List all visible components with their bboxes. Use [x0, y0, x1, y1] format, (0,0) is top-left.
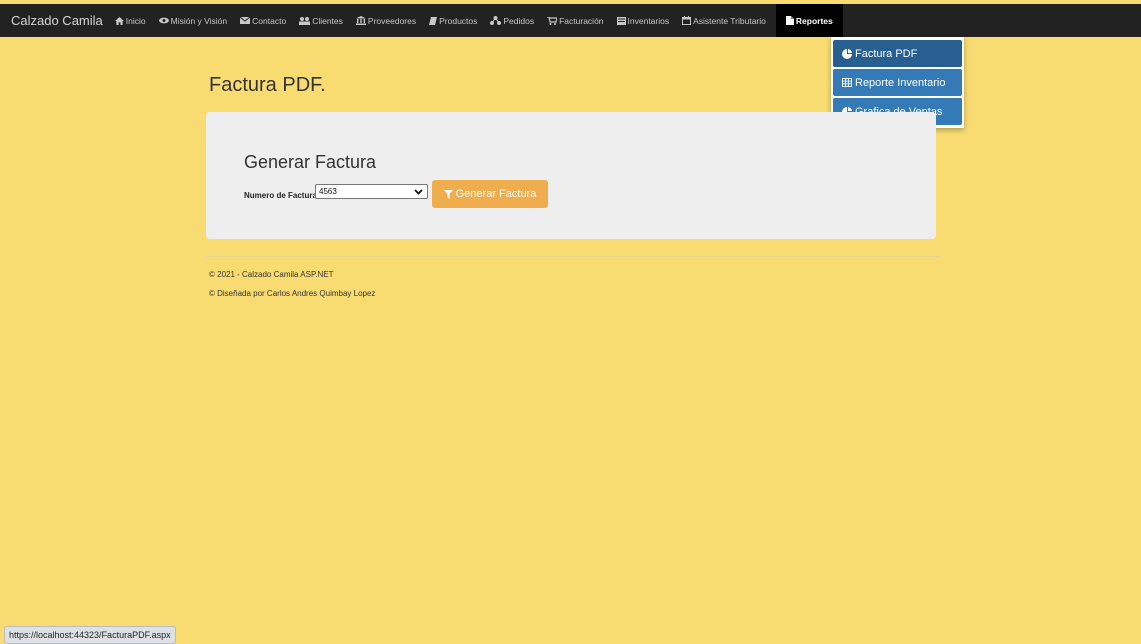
- nav-contacto[interactable]: Contacto: [240, 16, 286, 26]
- footer-copyright: © 2021 - Calzado Camila ASP.NET: [209, 270, 334, 279]
- file-icon: [785, 16, 794, 25]
- eye-icon: [158, 17, 169, 24]
- bank-icon: [355, 16, 366, 25]
- nav-reportes[interactable]: Reportes: [775, 4, 843, 37]
- nav-label: Productos: [439, 15, 478, 26]
- invoice-form-panel: Generar Factura Numero de Factura: 4563 …: [206, 112, 936, 239]
- menu-item-label: Reporte Inventario: [855, 76, 946, 89]
- nav-label: Reportes: [795, 15, 833, 26]
- footer-divider: [206, 256, 939, 257]
- nav-mision-vision[interactable]: Misión y Visión: [158, 15, 228, 26]
- nav-label: Inventarios: [627, 15, 670, 26]
- nav-proveedores[interactable]: Proveedores: [355, 15, 417, 26]
- invoice-number-select[interactable]: 4563: [315, 184, 428, 199]
- envelope-icon: [240, 17, 251, 24]
- filter-icon: [443, 189, 453, 199]
- nav-label: Contacto: [252, 15, 287, 26]
- menu-item-factura-pdf[interactable]: Factura PDF: [833, 40, 962, 67]
- home-icon: [114, 16, 124, 25]
- nav-clientes[interactable]: Clientes: [299, 16, 343, 26]
- nav-label: Clientes: [312, 15, 343, 26]
- nav-asistente-tributario[interactable]: Asistente Tributario: [682, 16, 766, 26]
- page-title: Factura PDF.: [209, 74, 326, 96]
- nav-label: Inicio: [125, 15, 146, 26]
- nav-label: Pedidos: [503, 15, 535, 26]
- inbox-icon: [616, 16, 626, 25]
- nav-facturacion[interactable]: Facturación: [547, 15, 604, 26]
- table-icon: [842, 78, 852, 87]
- top-navbar: Calzado Camila Inicio Misión y Visión Co…: [0, 4, 1141, 37]
- cart-icon: [547, 16, 558, 25]
- nav-inventarios[interactable]: Inventarios: [616, 15, 670, 26]
- menu-item-reporte-inventario[interactable]: Reporte Inventario: [833, 69, 962, 96]
- nav-label: Facturación: [559, 15, 604, 26]
- invoice-number-label: Numero de Factura:: [244, 191, 320, 200]
- browser-status-url: https://localhost:44323/FacturaPDF.aspx: [4, 626, 176, 644]
- nav-pedidos[interactable]: Pedidos: [490, 16, 534, 26]
- menu-item-label: Factura PDF: [855, 47, 918, 60]
- brand-link[interactable]: Calzado Camila: [11, 13, 103, 28]
- users-icon: [299, 16, 311, 25]
- button-label: Generar Factura: [455, 188, 537, 200]
- generate-invoice-button[interactable]: Generar Factura: [432, 180, 548, 208]
- share-icon: [490, 16, 502, 25]
- form-title: Generar Factura: [244, 152, 377, 172]
- selected-value: 4563: [319, 187, 337, 196]
- chevron-down-icon: [414, 187, 423, 196]
- nav-label: Misión y Visión: [170, 15, 228, 26]
- book-icon: [429, 16, 438, 25]
- calendar-icon: [682, 16, 692, 25]
- nav-label: Proveedores: [367, 15, 417, 26]
- footer-designer: © Diseñada por Carlos Andres Quimbay Lop…: [209, 289, 376, 298]
- nav-productos[interactable]: Productos: [429, 16, 477, 26]
- pie-chart-icon: [842, 48, 852, 59]
- nav-label: Asistente Tributario: [693, 15, 766, 26]
- nav-inicio[interactable]: Inicio: [114, 15, 146, 26]
